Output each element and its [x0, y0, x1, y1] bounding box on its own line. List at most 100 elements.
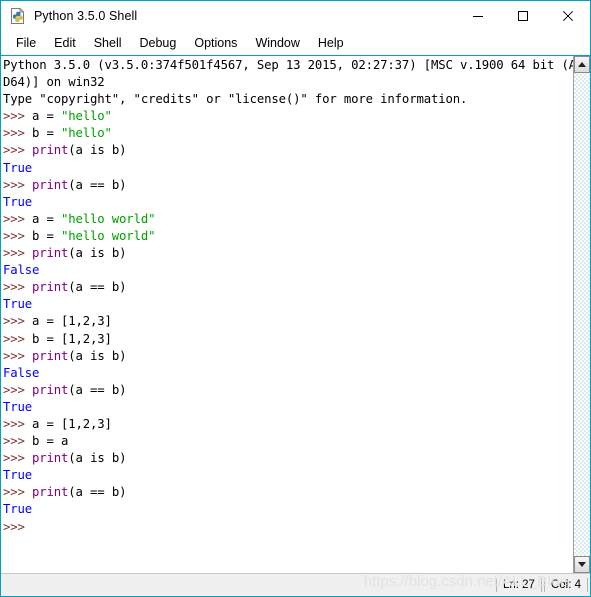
shell-token-plain: a = [32, 109, 62, 124]
maximize-button[interactable] [500, 1, 545, 31]
shell-token-output: True [3, 502, 33, 517]
shell-token-plain: b = [32, 228, 62, 243]
shell-token-builtin: print [32, 485, 69, 500]
menu-item-edit[interactable]: Edit [45, 34, 85, 52]
shell-token-keyword: is [90, 348, 105, 363]
shell-token-plain: b) [104, 451, 127, 466]
menu-item-options[interactable]: Options [185, 34, 246, 52]
shell-token-plain: (a == b) [68, 280, 127, 295]
shell-line: >>> a = [1,2,3] [3, 416, 573, 433]
shell-token-plain: D64)] on win32 [3, 75, 105, 90]
menu-item-shell[interactable]: Shell [85, 34, 131, 52]
shell-body: Python 3.5.0 (v3.5.0:374f501f4567, Sep 1… [1, 56, 590, 573]
menu-item-file[interactable]: File [7, 34, 45, 52]
menu-bar: File Edit Shell Debug Options Window Hel… [1, 31, 590, 56]
scroll-up-icon[interactable] [574, 56, 590, 73]
shell-line: False [3, 365, 573, 382]
status-column-number: Col: 4 [543, 578, 588, 592]
shell-line: >>> print(a == b) [3, 382, 573, 399]
shell-token-plain: Python 3.5.0 (v3.5.0:374f501f4567, Sep 1… [3, 58, 573, 72]
shell-token-plain: Type "copyright", "credits" or "license(… [3, 92, 468, 107]
status-bar: https://blog.csdn.net/ALL_BIue Ln: 27 Co… [1, 573, 590, 596]
shell-line: >>> print(a == b) [3, 484, 573, 501]
shell-line: Python 3.5.0 (v3.5.0:374f501f4567, Sep 1… [3, 57, 573, 74]
idle-shell-window: Python 3.5.0 Shell File Edit Shell Debug… [0, 0, 591, 597]
shell-line: >>> a = "hello" [3, 108, 573, 125]
shell-token-prompt: >>> [3, 228, 33, 243]
shell-token-keyword: is [90, 246, 105, 261]
shell-token-keyword: is [90, 143, 105, 158]
shell-line: False [3, 262, 573, 279]
shell-line: True [3, 467, 573, 484]
shell-token-builtin: print [32, 246, 69, 261]
shell-line: >>> a = "hello world" [3, 211, 573, 228]
shell-line: >>> b = a [3, 433, 573, 450]
shell-token-builtin: print [32, 177, 69, 192]
shell-token-prompt: >>> [3, 519, 33, 534]
menu-item-help[interactable]: Help [309, 34, 353, 52]
shell-line: >>> print(a == b) [3, 177, 573, 194]
shell-line: True [3, 399, 573, 416]
vertical-scrollbar[interactable] [573, 56, 590, 573]
shell-token-plain: b) [104, 348, 127, 363]
close-button[interactable] [545, 1, 590, 31]
window-title: Python 3.5.0 Shell [34, 9, 138, 23]
shell-line: >>> b = [1,2,3] [3, 331, 573, 348]
shell-line: >>> b = "hello world" [3, 228, 573, 245]
minimize-button[interactable] [455, 1, 500, 31]
shell-line: >>> print(a is b) [3, 245, 573, 262]
shell-line: >>> print(a is b) [3, 142, 573, 159]
shell-line: True [3, 160, 573, 177]
shell-token-builtin: print [32, 348, 69, 363]
shell-token-output: True [3, 194, 33, 209]
shell-token-plain: (a [68, 246, 91, 261]
shell-token-prompt: >>> [3, 177, 33, 192]
shell-token-output: False [3, 365, 40, 380]
shell-line: >>> b = "hello" [3, 125, 573, 142]
shell-token-prompt: >>> [3, 434, 33, 449]
scrollbar-track[interactable] [574, 73, 590, 556]
shell-token-prompt: >>> [3, 109, 33, 124]
shell-line: >>> print(a == b) [3, 279, 573, 296]
close-icon [562, 10, 573, 22]
shell-token-output: True [3, 297, 33, 312]
shell-token-plain: b) [104, 143, 127, 158]
shell-line: >>> a = [1,2,3] [3, 313, 573, 330]
shell-token-plain: b = [1,2,3] [32, 331, 112, 346]
shell-token-plain: (a == b) [68, 382, 127, 397]
shell-line: True [3, 194, 573, 211]
shell-line: >>> print(a is b) [3, 450, 573, 467]
shell-token-builtin: print [32, 143, 69, 158]
shell-token-plain: (a [68, 348, 91, 363]
shell-token-plain: a = [1,2,3] [32, 416, 112, 431]
shell-token-plain: b = [32, 126, 62, 141]
shell-token-prompt: >>> [3, 246, 33, 261]
shell-token-prompt: >>> [3, 348, 33, 363]
shell-text-area[interactable]: Python 3.5.0 (v3.5.0:374f501f4567, Sep 1… [1, 56, 573, 573]
minimize-icon [472, 16, 483, 17]
shell-token-plain: a = [32, 211, 62, 226]
shell-token-prompt: >>> [3, 416, 33, 431]
shell-token-string: "hello world" [61, 211, 156, 226]
shell-token-plain: (a == b) [68, 485, 127, 500]
shell-token-prompt: >>> [3, 126, 33, 141]
shell-token-output: True [3, 468, 33, 483]
title-bar[interactable]: Python 3.5.0 Shell [1, 1, 590, 31]
shell-token-prompt: >>> [3, 382, 33, 397]
shell-token-string: "hello" [61, 126, 112, 141]
shell-token-output: False [3, 263, 40, 278]
shell-token-output: True [3, 399, 33, 414]
shell-token-plain: (a == b) [68, 177, 127, 192]
menu-item-window[interactable]: Window [246, 34, 308, 52]
maximize-icon [517, 11, 528, 21]
shell-token-prompt: >>> [3, 280, 33, 295]
python-file-icon [9, 7, 27, 25]
shell-token-builtin: print [32, 382, 69, 397]
scroll-down-icon[interactable] [574, 556, 590, 573]
shell-line: Type "copyright", "credits" or "license(… [3, 91, 573, 108]
shell-line: True [3, 296, 573, 313]
menu-item-debug[interactable]: Debug [131, 34, 186, 52]
shell-token-prompt: >>> [3, 451, 33, 466]
shell-token-builtin: print [32, 451, 69, 466]
shell-token-keyword: is [90, 451, 105, 466]
